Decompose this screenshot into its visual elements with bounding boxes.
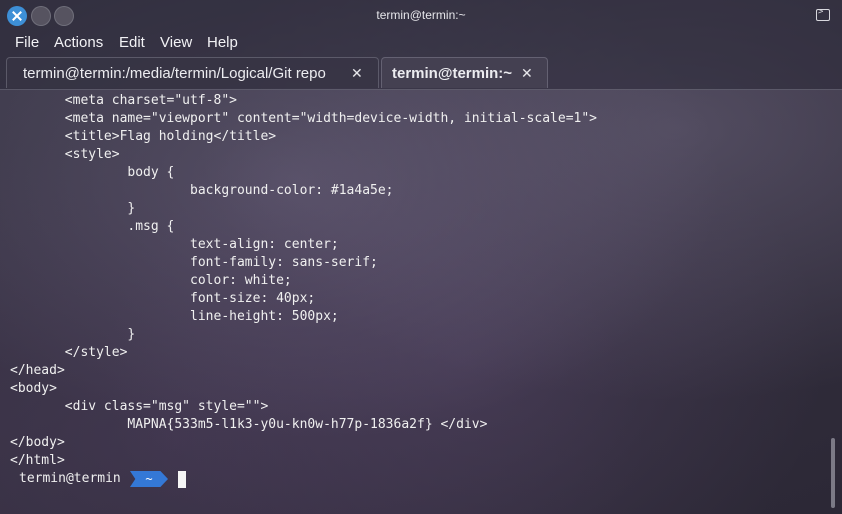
window-title: termin@termin:~: [376, 8, 466, 22]
terminal-line: <div class="msg" style="">: [10, 399, 269, 414]
terminal-line: </head>: [10, 363, 65, 378]
text-cursor: [178, 471, 186, 488]
tab-git-repo[interactable]: termin@termin:/media/termin/Logical/Git …: [6, 57, 379, 88]
terminal-line: <meta name="viewport" content="width=dev…: [10, 111, 597, 126]
terminal-line: background-color: #1a4a5e;: [10, 183, 394, 198]
terminal-line: }: [10, 201, 136, 216]
prompt-directory-segment: ~: [130, 471, 168, 487]
terminal-line: MAPNA{533m5-l1k3-y0u-kn0w-h77p-1836a2f} …: [10, 417, 488, 432]
terminal-line: <meta charset="utf-8">: [10, 93, 237, 108]
menu-view[interactable]: View: [160, 34, 192, 51]
menu-bar: File Actions Edit View Help: [0, 32, 842, 54]
terminal-line: line-height: 500px;: [10, 309, 339, 324]
prompt-user: termin@termin: [19, 471, 121, 486]
terminal-line: <body>: [10, 381, 57, 396]
scrollbar-thumb[interactable]: [831, 438, 835, 508]
terminal-icon[interactable]: [816, 7, 830, 21]
terminal-line: </html>: [10, 453, 65, 468]
terminal-output[interactable]: <meta charset="utf-8"> <meta name="viewp…: [0, 90, 826, 514]
terminal-line: </body>: [10, 435, 65, 450]
terminal-line: <style>: [10, 147, 120, 162]
terminal-line: font-size: 40px;: [10, 291, 316, 306]
terminal-line: .msg {: [10, 219, 175, 234]
tab-home[interactable]: termin@termin:~ ✕: [381, 57, 548, 88]
menu-help[interactable]: Help: [207, 34, 238, 51]
terminal-line: }: [10, 327, 136, 342]
tab-bar: termin@termin:/media/termin/Logical/Git …: [0, 54, 842, 90]
tab-label: termin@termin:~: [392, 65, 513, 82]
menu-actions[interactable]: Actions: [54, 34, 103, 51]
terminal-line: </style>: [10, 345, 128, 360]
terminal-line: font-family: sans-serif;: [10, 255, 378, 270]
title-bar: termin@termin:~: [0, 0, 842, 32]
terminal-window: termin@termin:~ File Actions Edit View H…: [0, 0, 842, 514]
terminal-line: color: white;: [10, 273, 292, 288]
terminal-line: text-align: center;: [10, 237, 339, 252]
menu-file[interactable]: File: [15, 34, 39, 51]
menu-edit[interactable]: Edit: [119, 34, 145, 51]
terminal-line: <title>Flag holding</title>: [10, 129, 277, 144]
tab-label: termin@termin:/media/termin/Logical/Git …: [23, 65, 326, 82]
scrollbar[interactable]: [828, 90, 838, 514]
terminal-line: body {: [10, 165, 175, 180]
tab-close-icon[interactable]: ✕: [521, 65, 533, 82]
tab-close-icon[interactable]: ✕: [351, 65, 363, 82]
